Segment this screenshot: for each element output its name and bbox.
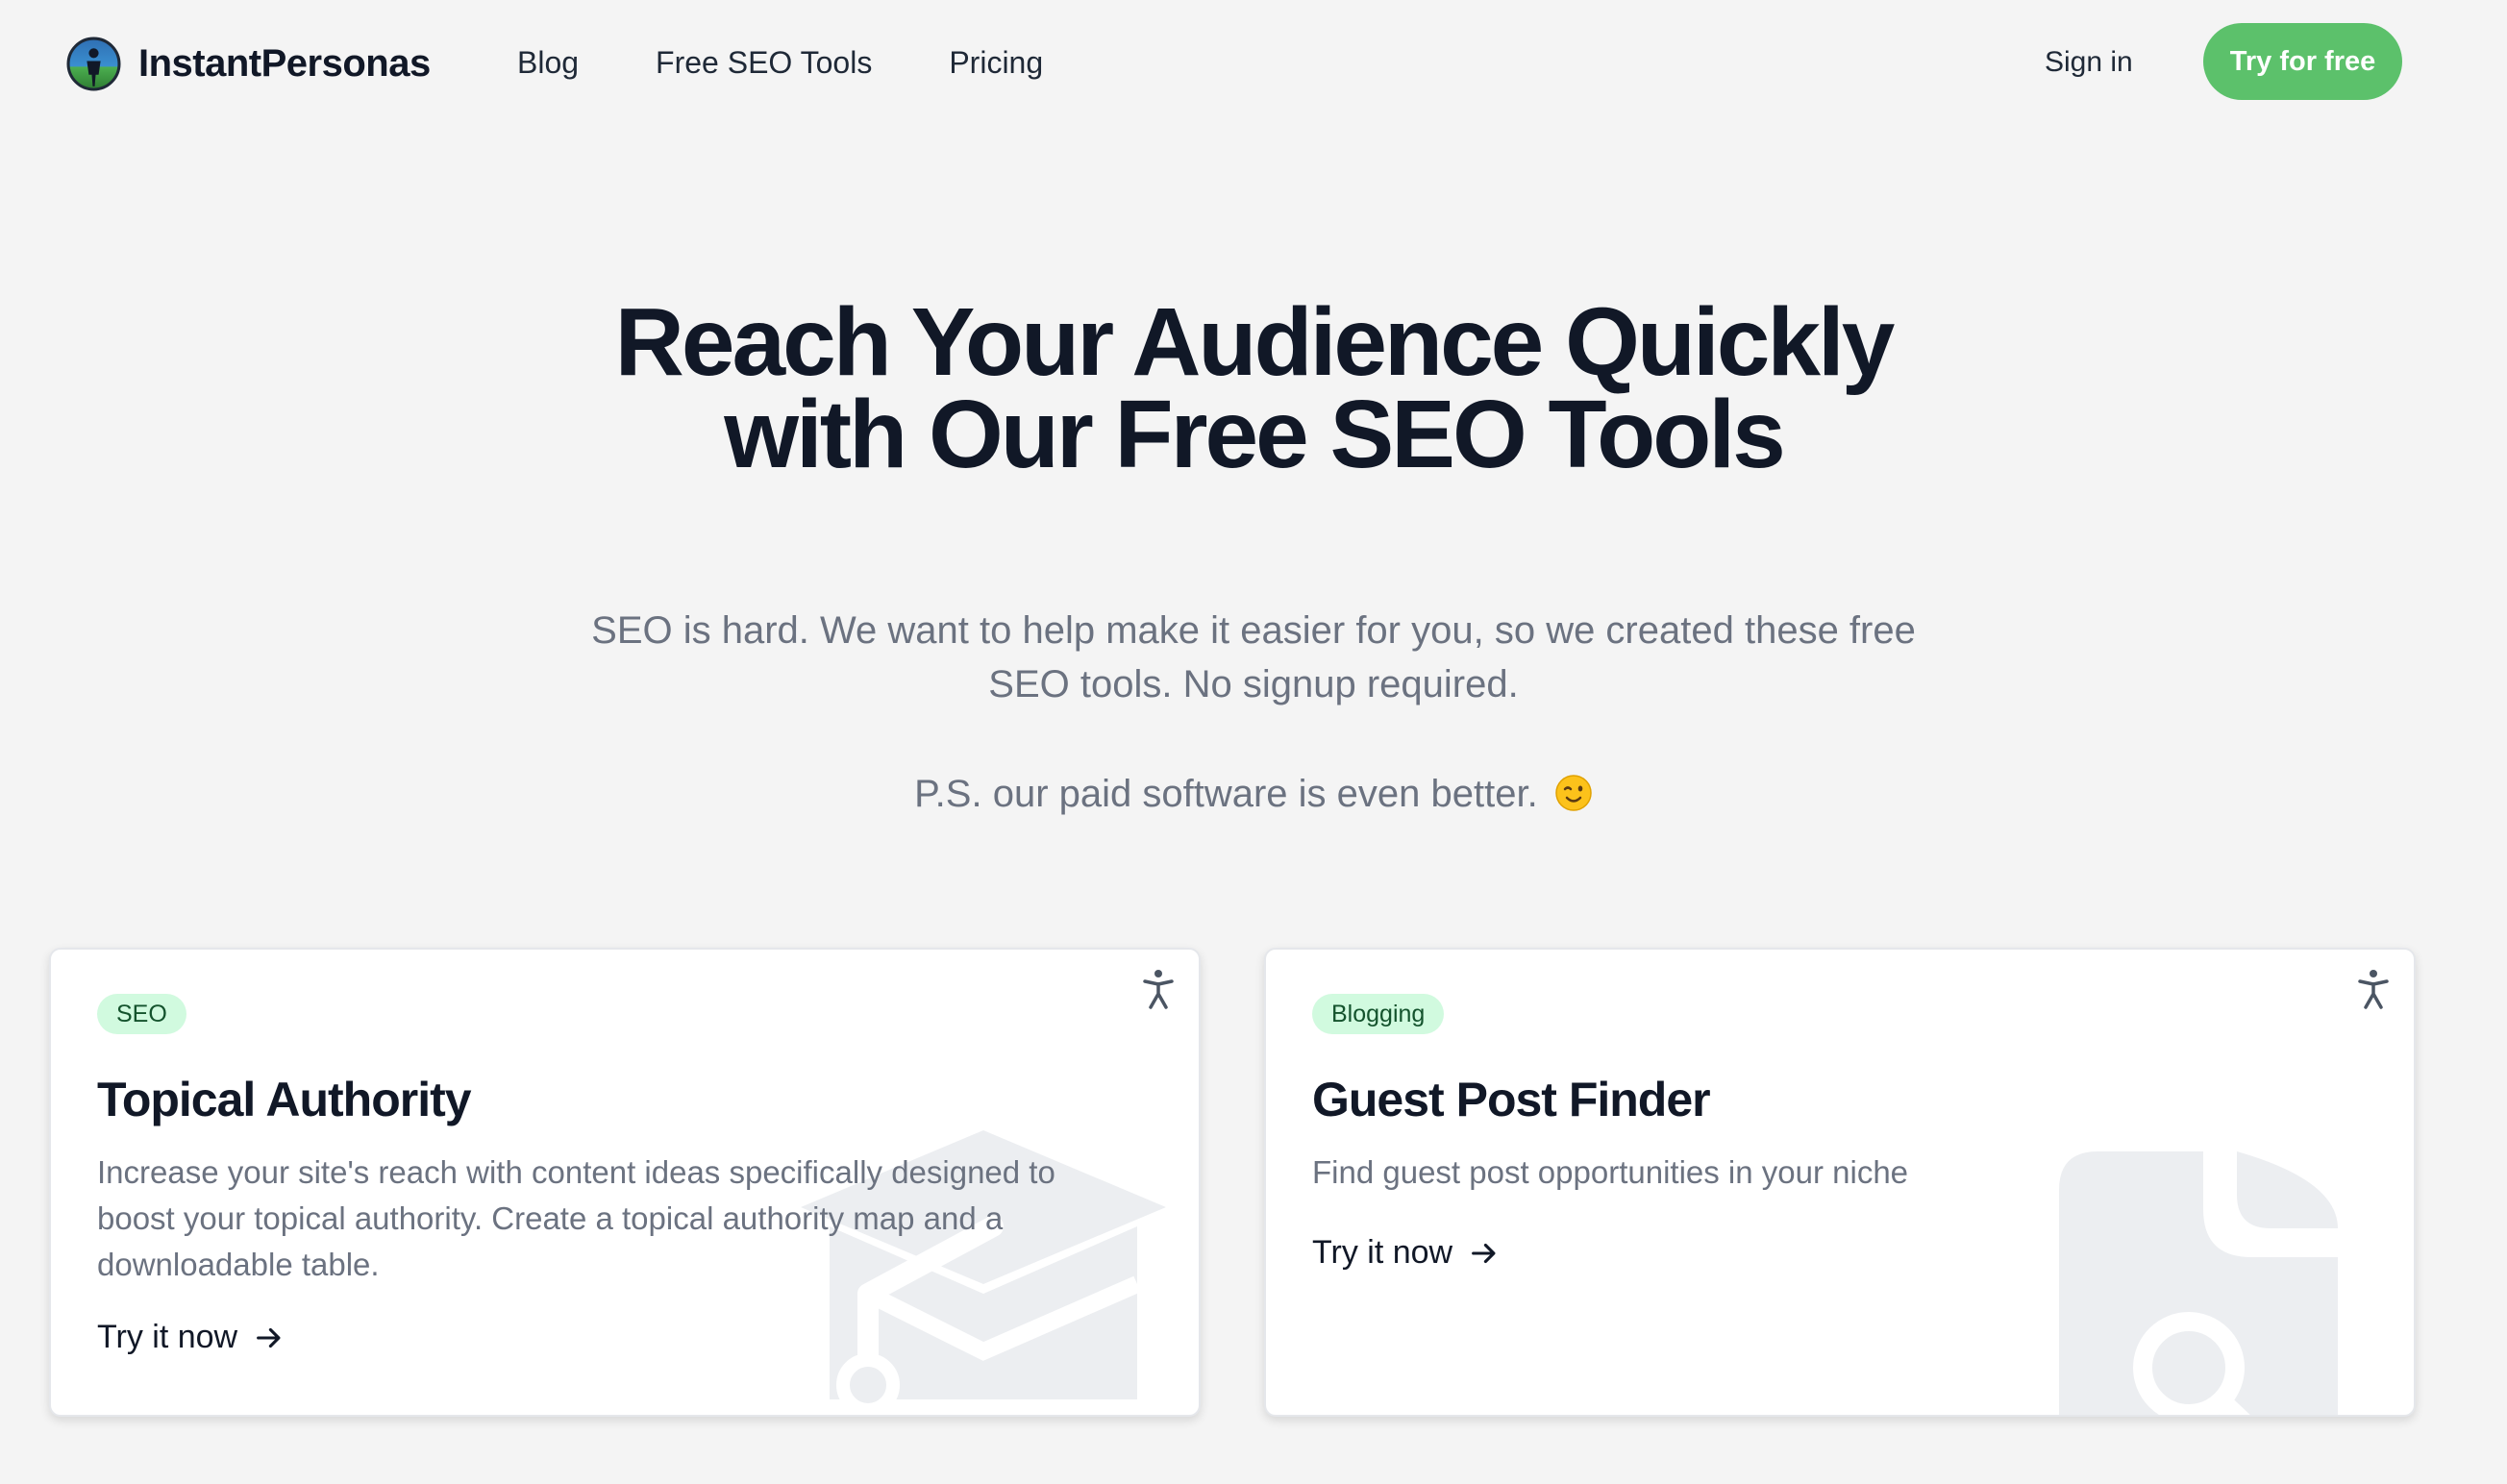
card-description: Increase your site's reach with content …	[97, 1154, 1055, 1282]
brand-name: InstantPersonas	[138, 42, 431, 85]
sign-in-link[interactable]: Sign in	[2045, 38, 2133, 87]
accessibility-icon[interactable]	[1139, 967, 1178, 1013]
nav-link-pricing[interactable]: Pricing	[949, 38, 1043, 87]
card-title: Guest Post Finder	[1312, 1073, 1711, 1126]
arrow-right-icon	[1472, 1243, 1496, 1263]
try-it-now-link[interactable]: Try it now	[1312, 1234, 1501, 1272]
winking-face-emoji-icon	[1555, 775, 1592, 811]
hero-ps: P.S. our paid software is even better.	[581, 767, 1926, 821]
top-nav: InstantPersonas Blog Free SEO Tools Pric…	[0, 0, 2507, 125]
try-it-now-label: Try it now	[97, 1319, 238, 1355]
category-badge: SEO	[97, 994, 186, 1034]
hero-subtitle: SEO is hard. We want to help make it eas…	[591, 609, 1916, 705]
card-description: Find guest post opportunities in your ni…	[1312, 1154, 1909, 1190]
arrow-right-icon	[257, 1327, 281, 1348]
hero-title: Reach Your Audience Quickly with Our Fre…	[614, 288, 1896, 488]
category-badge: Blogging	[1312, 994, 1445, 1034]
accessibility-icon[interactable]	[2354, 967, 2393, 1013]
try-for-free-button[interactable]: Try for free	[2203, 23, 2402, 100]
nav-link-blog[interactable]: Blog	[517, 38, 579, 87]
brand-logo-link[interactable]: InstantPersonas	[66, 37, 431, 91]
hero-ps-text: P.S. our paid software is even better.	[914, 773, 1538, 815]
try-it-now-label: Try it now	[1312, 1234, 1453, 1271]
tool-card-guest-post-finder[interactable]: Blogging Guest Post Finder Find guest po…	[1264, 948, 2416, 1417]
try-it-now-link[interactable]: Try it now	[97, 1319, 285, 1356]
persona-logo-icon	[66, 37, 121, 91]
nav-link-free-seo-tools[interactable]: Free SEO Tools	[656, 38, 872, 87]
card-title: Topical Authority	[97, 1073, 472, 1126]
tool-card-topical-authority[interactable]: SEO Topical Authority Increase your site…	[49, 948, 1201, 1417]
nav-links: Blog Free SEO Tools Pricing	[517, 38, 1120, 87]
